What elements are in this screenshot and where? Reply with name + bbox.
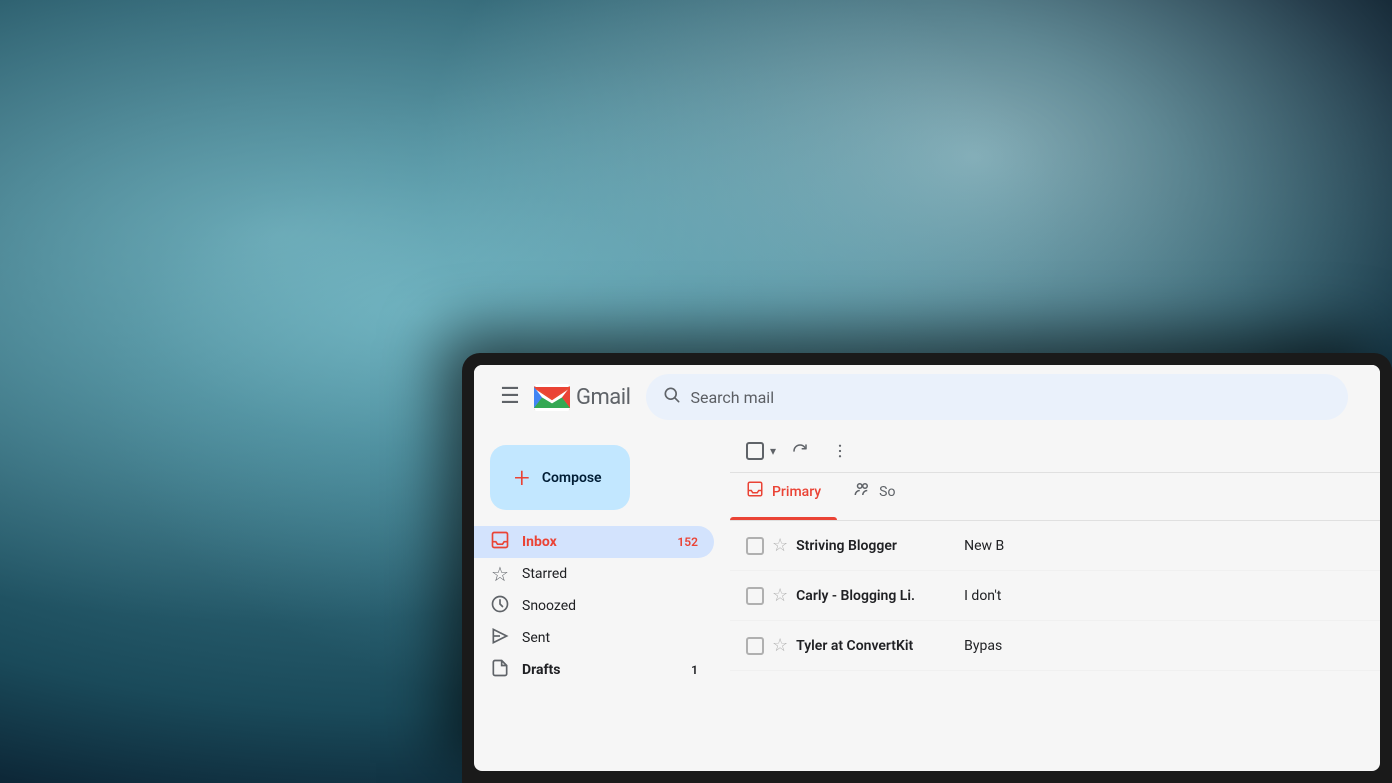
sidebar-item-drafts[interactable]: Drafts 1: [474, 654, 714, 686]
sent-icon: [490, 626, 510, 651]
compose-plus-icon: +: [514, 461, 530, 494]
search-bar[interactable]: Search mail: [646, 374, 1348, 420]
star-icon-2[interactable]: ☆: [772, 635, 788, 656]
gmail-screen: ☰: [474, 365, 1380, 771]
snoozed-icon: [490, 594, 510, 619]
subject-text-0: New B: [964, 538, 1004, 554]
subject-0: New B: [964, 538, 1364, 554]
search-icon: [662, 385, 682, 410]
gmail-logo: Gmail: [534, 384, 630, 411]
sidebar-item-sent[interactable]: Sent: [474, 622, 714, 654]
menu-button[interactable]: ☰: [490, 377, 530, 417]
subject-1: I don't: [964, 588, 1364, 604]
email-toolbar: ▾: [730, 429, 1380, 473]
sender-0: Striving Blogger: [796, 538, 956, 554]
drafts-icon: [490, 658, 510, 683]
tab-social[interactable]: So: [837, 473, 911, 520]
drafts-label: Drafts: [522, 662, 679, 678]
more-options-button[interactable]: [822, 433, 858, 469]
email-row[interactable]: ☆ Tyler at ConvertKit Bypas: [730, 621, 1380, 671]
email-checkbox-1[interactable]: [746, 587, 764, 605]
inbox-label: Inbox: [522, 534, 665, 550]
sender-2: Tyler at ConvertKit: [796, 638, 956, 654]
sidebar: + Compose Inbox 152 ☆: [474, 429, 730, 771]
email-row[interactable]: ☆ Carly - Blogging Li. I don't: [730, 571, 1380, 621]
email-checkbox-2[interactable]: [746, 637, 764, 655]
laptop-frame: ☰: [462, 353, 1392, 783]
select-all-checkbox[interactable]: [746, 442, 764, 460]
social-tab-label: So: [879, 484, 895, 500]
star-icon-0[interactable]: ☆: [772, 535, 788, 556]
gmail-header: ☰: [474, 365, 1380, 429]
email-row[interactable]: ☆ Striving Blogger New B: [730, 521, 1380, 571]
starred-icon: ☆: [490, 562, 510, 586]
compose-label: Compose: [542, 470, 602, 486]
refresh-button[interactable]: [782, 433, 818, 469]
star-icon-1[interactable]: ☆: [772, 585, 788, 606]
gmail-body: + Compose Inbox 152 ☆: [474, 429, 1380, 771]
snoozed-label: Snoozed: [522, 598, 698, 614]
inbox-badge: 152: [677, 535, 698, 549]
select-dropdown-icon[interactable]: ▾: [768, 442, 778, 460]
gmail-m-icon: [534, 384, 570, 411]
email-list: ▾: [730, 429, 1380, 771]
sender-1: Carly - Blogging Li.: [796, 588, 956, 604]
email-checkbox-0[interactable]: [746, 537, 764, 555]
email-tabs: Primary So: [730, 473, 1380, 521]
primary-tab-label: Primary: [772, 484, 821, 500]
sent-label: Sent: [522, 630, 698, 646]
starred-label: Starred: [522, 566, 698, 582]
inbox-icon: [490, 530, 510, 555]
subject-2: Bypas: [964, 638, 1364, 654]
subject-text-2: Bypas: [964, 638, 1002, 654]
gmail-title: Gmail: [576, 385, 630, 410]
tab-primary[interactable]: Primary: [730, 473, 837, 520]
primary-tab-icon: [746, 480, 764, 503]
social-tab-icon: [853, 480, 871, 503]
sidebar-item-inbox[interactable]: Inbox 152: [474, 526, 714, 558]
search-placeholder: Search mail: [690, 388, 774, 407]
compose-button[interactable]: + Compose: [490, 445, 630, 510]
sidebar-item-starred[interactable]: ☆ Starred: [474, 558, 714, 590]
drafts-badge: 1: [691, 663, 698, 677]
hamburger-icon: ☰: [500, 386, 520, 408]
sidebar-item-snoozed[interactable]: Snoozed: [474, 590, 714, 622]
subject-text-1: I don't: [964, 588, 1001, 604]
